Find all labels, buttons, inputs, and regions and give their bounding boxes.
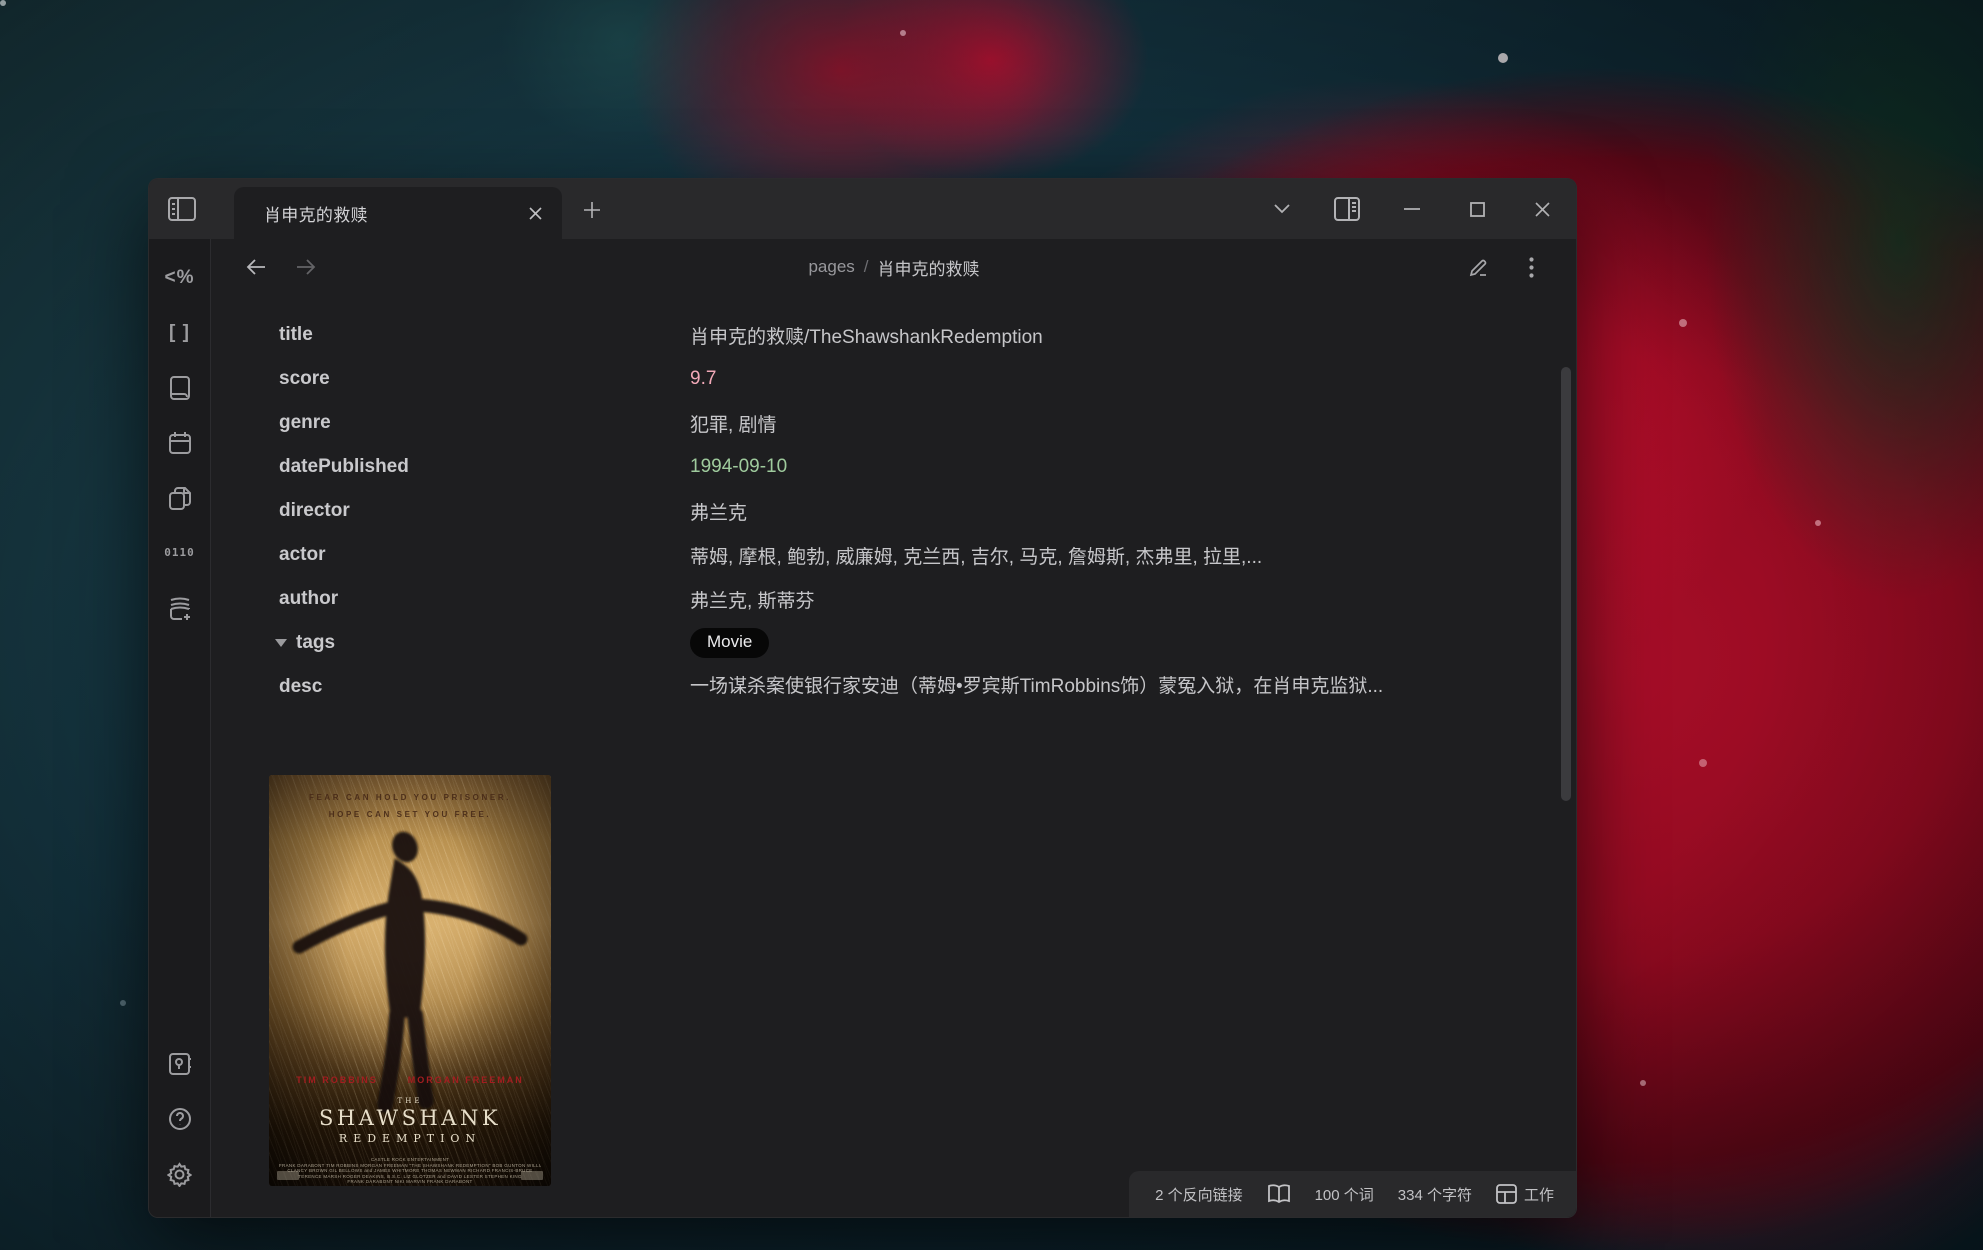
poster-actor-left: TIM ROBBINS (296, 1075, 378, 1085)
attr-label: director (279, 500, 690, 522)
editor-content: pages / 肖申克的救赎 (212, 239, 1576, 1217)
help-icon[interactable] (167, 1106, 193, 1132)
breadcrumb-separator: / (864, 257, 869, 277)
attr-row-score[interactable]: score 9.7 (279, 357, 1506, 401)
notebook-icon[interactable] (167, 375, 193, 401)
tags-label: tags (296, 632, 335, 654)
workspace-name: 工作 (1524, 1184, 1554, 1205)
chevron-down-icon[interactable] (1268, 195, 1296, 223)
forward-arrow-icon[interactable] (292, 253, 320, 281)
calendar-icon[interactable] (167, 430, 193, 456)
minimize-icon[interactable] (1398, 195, 1426, 223)
attr-label: author (279, 588, 690, 610)
document-topbar: pages / 肖申克的救赎 (212, 239, 1576, 295)
binary-top: 01 (164, 548, 179, 558)
maximize-icon[interactable] (1463, 195, 1491, 223)
poster-title: THE SHAWSHANK REDEMPTION (269, 1097, 551, 1145)
attr-row-tags[interactable]: tags Movie (279, 621, 1506, 665)
workspace-icon (1496, 1184, 1517, 1204)
attr-label: title (279, 324, 690, 346)
attr-value[interactable]: 一场谋杀案使银行家安迪（蒂姆•罗宾斯TimRobbins饰）蒙冤入狱，在肖申克监… (690, 665, 1383, 704)
more-kebab-icon[interactable] (1516, 252, 1546, 282)
binary-database-icon[interactable]: 01 10 (167, 540, 193, 566)
attr-row-title[interactable]: title 肖申克的救赎/TheShawshankRedemption (279, 313, 1506, 357)
attr-row-actor[interactable]: actor 蒂姆, 摩根, 鲍勃, 威廉姆, 克兰西, 吉尔, 马克, 詹姆斯,… (279, 533, 1506, 577)
attribute-table: title 肖申克的救赎/TheShawshankRedemption scor… (279, 313, 1506, 709)
poster-credits-line: FRANK DARABONT NIKI MARVIN FRANK DARABON… (279, 1179, 541, 1185)
safe-vault-icon[interactable] (167, 1051, 193, 1077)
binary-bottom: 10 (180, 548, 195, 558)
attr-value[interactable]: 1994-09-10 (690, 456, 787, 478)
attr-label: actor (279, 544, 690, 566)
poster-rating-logo (521, 1171, 543, 1180)
copy-documents-icon[interactable] (167, 485, 193, 511)
sidebar-toggle-icon[interactable] (167, 196, 197, 222)
poster-title-main: SHAWSHANK (269, 1106, 551, 1130)
template-icon[interactable]: <% (167, 265, 193, 291)
attr-label: score (279, 368, 690, 390)
attr-row-desc[interactable]: desc 一场谋杀案使银行家安迪（蒂姆•罗宾斯TimRobbins饰）蒙冤入狱，… (279, 665, 1506, 709)
tag-pill-movie[interactable]: Movie (690, 628, 769, 658)
left-dock: <% [ ] (149, 239, 211, 1217)
collection-add-icon[interactable] (167, 595, 193, 621)
poster-credits-line: CLANCY BROWN GIL BELLOWS and JAMES WHITM… (279, 1168, 541, 1174)
brackets-icon[interactable]: [ ] (167, 320, 193, 346)
attr-row-genre[interactable]: genre 犯罪, 剧情 (279, 401, 1506, 445)
poster-tagline: FEAR CAN HOLD YOU PRISONER. HOPE CAN SET… (269, 789, 551, 823)
attr-value[interactable]: 弗兰克 (690, 498, 747, 525)
document-actions (1464, 252, 1546, 282)
poster-credits: CASTLE ROCK ENTERTAINMENT FRANK DARABONT… (279, 1157, 541, 1185)
titlebar: 肖申克的救赎 (149, 179, 1576, 239)
attr-row-director[interactable]: director 弗兰克 (279, 489, 1506, 533)
attr-label: genre (279, 412, 690, 434)
breadcrumb-current[interactable]: 肖申克的救赎 (878, 255, 980, 280)
settings-gear-icon[interactable] (167, 1161, 193, 1187)
tab-title: 肖申克的救赎 (264, 201, 520, 226)
attr-label: desc (279, 665, 690, 704)
attr-value: Movie (690, 628, 769, 658)
poster-tagline-line1: FEAR CAN HOLD YOU PRISONER. (269, 789, 551, 806)
tab-document[interactable]: 肖申克的救赎 (234, 187, 562, 239)
close-window-icon[interactable] (1528, 195, 1556, 223)
breadcrumb[interactable]: pages / 肖申克的救赎 (808, 239, 979, 295)
attr-value[interactable]: 蒂姆, 摩根, 鲍勃, 威廉姆, 克兰西, 吉尔, 马克, 詹姆斯, 杰弗里, … (690, 542, 1262, 569)
attr-row-datepublished[interactable]: datePublished 1994-09-10 (279, 445, 1506, 489)
poster-tagline-line2: HOPE CAN SET YOU FREE. (269, 806, 551, 823)
open-book-icon[interactable] (1267, 1184, 1291, 1204)
attr-value[interactable]: 弗兰克, 斯蒂芬 (690, 586, 815, 613)
poster-studio-logo (277, 1171, 299, 1180)
attr-value[interactable]: 犯罪, 剧情 (690, 410, 777, 437)
poster-title-sub: REDEMPTION (269, 1132, 551, 1145)
attr-value[interactable]: 肖申克的救赎/TheShawshankRedemption (690, 322, 1043, 349)
workspace-switcher[interactable]: 工作 (1496, 1184, 1554, 1205)
dock-bottom-group (167, 1051, 193, 1187)
attr-label: datePublished (279, 456, 690, 478)
tab-close-icon[interactable] (520, 198, 550, 228)
attr-label: tags (279, 632, 690, 654)
edit-pencil-icon[interactable] (1464, 252, 1494, 282)
movie-poster-image[interactable]: FEAR CAN HOLD YOU PRISONER. HOPE CAN SET… (269, 775, 551, 1186)
word-count: 100 个词 (1315, 1184, 1374, 1205)
window-controls (1268, 179, 1556, 239)
backlinks-count[interactable]: 2 个反向链接 (1155, 1184, 1243, 1205)
wallpaper-water-droplets (0, 0, 6, 6)
attr-value[interactable]: 9.7 (690, 368, 716, 390)
char-count: 334 个字符 (1398, 1184, 1472, 1205)
attr-row-author[interactable]: author 弗兰克, 斯蒂芬 (279, 577, 1506, 621)
caret-down-icon[interactable] (275, 639, 287, 647)
back-arrow-icon[interactable] (242, 253, 270, 281)
split-view-icon[interactable] (1333, 195, 1361, 223)
vertical-scrollbar-thumb[interactable] (1561, 367, 1571, 801)
new-tab-button[interactable] (577, 195, 607, 225)
poster-actor-names: TIM ROBBINS MORGAN FREEMAN (269, 1075, 551, 1085)
poster-title-the: THE (269, 1097, 551, 1105)
statusbar: 2 个反向链接 100 个词 334 个字符 工作 (1129, 1171, 1576, 1217)
breadcrumb-parent[interactable]: pages (808, 257, 854, 277)
poster-actor-right: MORGAN FREEMAN (408, 1075, 524, 1085)
dock-top-group: <% [ ] (167, 265, 193, 621)
app-window: 肖申克的救赎 (148, 178, 1577, 1218)
